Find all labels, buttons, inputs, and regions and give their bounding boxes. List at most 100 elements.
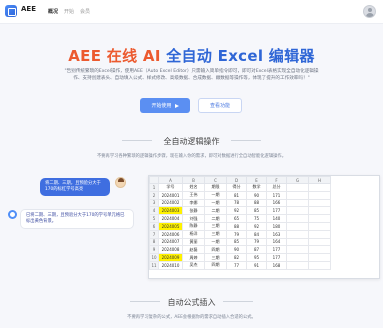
table-cell[interactable]: 168 xyxy=(266,260,287,270)
view-features-button[interactable]: 查看功能 xyxy=(198,98,242,113)
table-cell[interactable]: 79 xyxy=(226,229,247,239)
table-cell[interactable]: 吴杰 xyxy=(182,260,205,270)
table-cell[interactable] xyxy=(286,214,309,223)
table-cell[interactable] xyxy=(286,253,309,262)
table-cell[interactable]: 四期 xyxy=(204,245,227,255)
table-cell[interactable]: 学号 xyxy=(158,183,183,192)
table-cell[interactable] xyxy=(308,221,331,231)
table-cell[interactable]: 数学 xyxy=(246,183,267,192)
table-cell[interactable]: 一期 xyxy=(204,237,227,247)
table-cell[interactable] xyxy=(286,229,309,239)
table-cell[interactable]: 一期 xyxy=(204,198,227,208)
column-header[interactable]: D xyxy=(226,176,247,184)
nav-membership[interactable]: 会员 xyxy=(80,8,90,15)
row-number[interactable]: 11 xyxy=(149,260,159,270)
table-cell[interactable]: 177 xyxy=(266,253,287,262)
column-header[interactable]: C xyxy=(204,176,227,184)
table-cell[interactable]: 刘强 xyxy=(182,214,205,223)
row-number[interactable]: 8 xyxy=(149,237,159,247)
table-cell[interactable]: 87 xyxy=(246,245,267,255)
row-number[interactable]: 10 xyxy=(149,253,159,262)
row-number[interactable]: 9 xyxy=(149,245,159,255)
row-number[interactable]: 4 xyxy=(149,206,159,216)
table-cell[interactable]: 177 xyxy=(266,245,287,255)
table-cell[interactable]: 2024008 xyxy=(158,245,183,255)
row-number[interactable]: 2 xyxy=(149,190,159,200)
table-cell[interactable]: 2024006 xyxy=(158,229,183,239)
table-cell[interactable] xyxy=(286,237,309,247)
table-cell[interactable]: 140 xyxy=(266,214,287,223)
table-cell[interactable]: 92 xyxy=(226,206,247,216)
table-cell[interactable]: 姓名 xyxy=(182,183,205,192)
table-cell[interactable]: 黄丽 xyxy=(182,237,205,247)
table-cell[interactable]: 84 xyxy=(246,229,267,239)
table-cell[interactable] xyxy=(286,260,309,270)
table-cell[interactable]: 82 xyxy=(226,253,247,262)
row-number[interactable]: 3 xyxy=(149,198,159,208)
table-cell[interactable]: 90 xyxy=(226,245,247,255)
table-cell[interactable]: 二期 xyxy=(204,214,227,223)
user-avatar-icon[interactable] xyxy=(363,5,376,18)
table-cell[interactable]: 88 xyxy=(226,221,247,231)
table-cell[interactable] xyxy=(308,183,331,192)
logo-icon[interactable] xyxy=(5,5,17,17)
table-cell[interactable]: 王伟 xyxy=(182,190,205,200)
table-cell[interactable] xyxy=(308,206,331,216)
table-cell[interactable]: 92 xyxy=(246,221,267,231)
column-header[interactable]: B xyxy=(182,176,205,184)
table-cell[interactable]: 一期 xyxy=(204,190,227,200)
table-cell[interactable] xyxy=(308,198,331,208)
table-cell[interactable]: 163 xyxy=(266,229,287,239)
table-cell[interactable] xyxy=(308,214,331,223)
table-cell[interactable] xyxy=(286,206,309,216)
table-cell[interactable]: 三期 xyxy=(204,221,227,231)
table-cell[interactable]: 张静 xyxy=(182,206,205,216)
column-header[interactable]: G xyxy=(286,176,309,184)
table-cell[interactable] xyxy=(308,253,331,262)
table-cell[interactable]: 2024004 xyxy=(158,214,183,223)
table-cell[interactable]: 75 xyxy=(246,214,267,223)
table-cell[interactable]: 2024001 xyxy=(158,190,183,200)
table-cell[interactable]: 期限 xyxy=(204,183,227,192)
table-cell[interactable]: 166 xyxy=(266,198,287,208)
column-header[interactable]: E xyxy=(246,176,267,184)
table-cell[interactable]: 88 xyxy=(246,198,267,208)
table-cell[interactable] xyxy=(308,245,331,255)
table-cell[interactable] xyxy=(286,221,309,231)
table-cell[interactable]: 85 xyxy=(226,237,247,247)
table-cell[interactable] xyxy=(286,198,309,208)
column-header[interactable]: A xyxy=(158,176,183,184)
table-cell[interactable]: 90 xyxy=(246,190,267,200)
table-cell[interactable]: 2024009 xyxy=(158,253,183,262)
table-cell[interactable]: 四期 xyxy=(204,260,227,270)
table-cell[interactable]: 二期 xyxy=(204,206,227,216)
table-cell[interactable]: 周婷 xyxy=(182,253,205,262)
table-cell[interactable]: 2024003 xyxy=(158,206,183,216)
table-cell[interactable] xyxy=(286,245,309,255)
column-header[interactable]: F xyxy=(266,176,287,184)
table-cell[interactable]: 2024007 xyxy=(158,237,183,247)
table-cell[interactable]: 得分 xyxy=(226,183,247,192)
table-cell[interactable]: 85 xyxy=(246,206,267,216)
table-cell[interactable]: 164 xyxy=(266,237,287,247)
table-cell[interactable]: 三期 xyxy=(204,253,227,262)
table-cell[interactable]: 77 xyxy=(226,260,247,270)
table-cell[interactable]: 180 xyxy=(266,221,287,231)
table-cell[interactable]: 三期 xyxy=(204,229,227,239)
table-cell[interactable]: 171 xyxy=(266,190,287,200)
table-cell[interactable]: 李娜 xyxy=(182,198,205,208)
table-cell[interactable] xyxy=(308,260,331,270)
table-cell[interactable]: 2024002 xyxy=(158,198,183,208)
table-cell[interactable] xyxy=(308,190,331,200)
table-cell[interactable]: 78 xyxy=(226,198,247,208)
table-cell[interactable]: 91 xyxy=(246,260,267,270)
start-button[interactable]: 开始使用 xyxy=(140,98,190,113)
column-header[interactable]: H xyxy=(308,176,331,184)
row-number[interactable]: 7 xyxy=(149,229,159,239)
nav-overview[interactable]: 概况 xyxy=(48,8,58,15)
table-cell[interactable]: 陈静 xyxy=(182,221,205,231)
nav-start[interactable]: 开始 xyxy=(64,8,74,15)
table-cell[interactable] xyxy=(286,183,309,192)
table-cell[interactable]: 杨洋 xyxy=(182,229,205,239)
row-number[interactable]: 1 xyxy=(149,183,159,192)
